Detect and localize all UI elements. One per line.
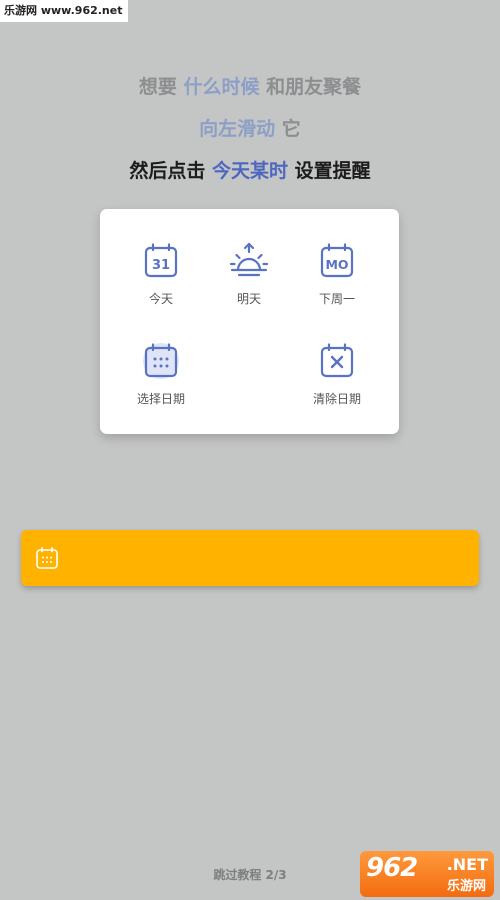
- calendar-grid-icon: [141, 341, 181, 381]
- tutorial-screen: 乐游网 www.962.net 想要 什么时候 和朋友聚餐 向左滑动 它 然后点…: [0, 0, 500, 900]
- headline-highlight: 向左滑动: [199, 118, 276, 140]
- sunrise-icon: [229, 241, 269, 281]
- headline-text: 然后点击: [129, 160, 212, 182]
- logo-domain: .NET: [446, 855, 488, 874]
- tomorrow-label: 明天: [236, 292, 261, 306]
- site-logo: 962 .NET 乐游网: [360, 851, 494, 897]
- logo-site-name: 乐游网: [446, 879, 486, 894]
- date-picker-popup: 31 今天 明天 MO 下周一 选择日期 清除日期: [100, 209, 399, 434]
- headline-line-1: 想要 什么时候 和朋友聚餐: [0, 72, 500, 99]
- pick-date-label: 选择日期: [136, 392, 185, 406]
- headline-text: 想要: [138, 76, 184, 98]
- calendar-mo-icon: MO: [317, 241, 357, 281]
- headline-line-2: 向左滑动 它: [0, 114, 500, 141]
- calendar-31-icon: 31: [141, 241, 181, 281]
- calendar-icon[interactable]: [35, 546, 59, 570]
- next-monday-label: 下周一: [318, 292, 355, 306]
- headline-text: 和朋友聚餐: [259, 76, 362, 98]
- headline-line-3: 然后点击 今天某时 设置提醒: [0, 156, 500, 183]
- pick-date-option[interactable]: 选择日期: [111, 341, 211, 406]
- calendar-day-number: 31: [152, 258, 170, 273]
- watermark-label: 乐游网 www.962.net: [0, 0, 129, 22]
- calendar-x-icon: [317, 341, 357, 381]
- today-label: 今天: [148, 292, 173, 306]
- headline-text: 设置提醒: [288, 160, 371, 182]
- today-option[interactable]: 31 今天: [111, 241, 211, 306]
- headline-text: 它: [275, 118, 301, 140]
- next-monday-option[interactable]: MO 下周一: [287, 241, 387, 306]
- tomorrow-option[interactable]: 明天: [199, 241, 299, 306]
- calendar-weekday-text: MO: [325, 257, 348, 272]
- task-item-bar[interactable]: [21, 530, 479, 586]
- clear-date-label: 清除日期: [312, 392, 361, 406]
- headline-highlight: 今天某时: [211, 160, 288, 182]
- headline-highlight: 什么时候: [183, 76, 260, 98]
- clear-date-option[interactable]: 清除日期: [287, 341, 387, 406]
- logo-number: 962: [366, 853, 418, 883]
